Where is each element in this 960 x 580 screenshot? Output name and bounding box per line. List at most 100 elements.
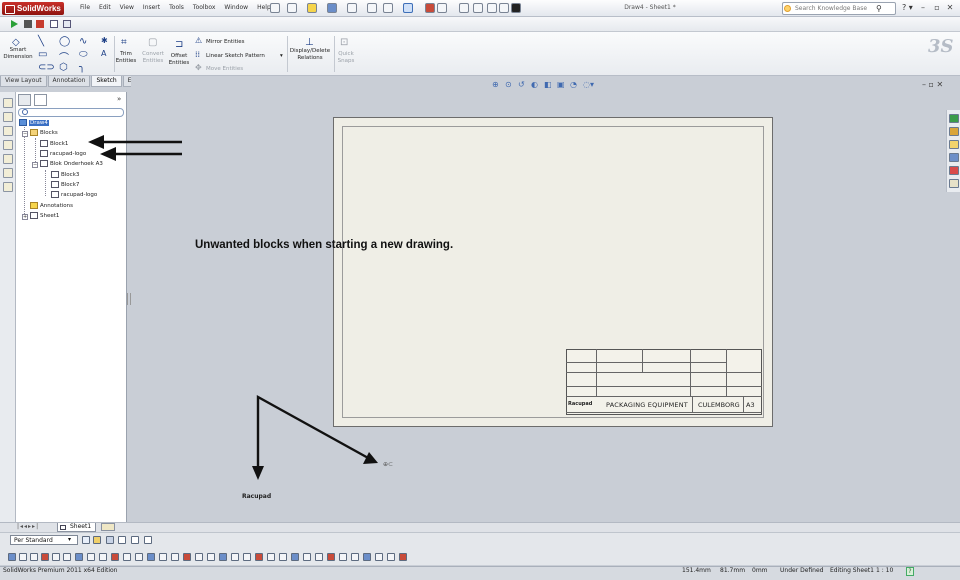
- menu-help[interactable]: Help: [257, 4, 271, 11]
- view-orientation-icon[interactable]: ◧: [544, 80, 553, 89]
- expand-icon[interactable]: +: [22, 214, 28, 220]
- menu-tools[interactable]: Tools: [169, 4, 184, 11]
- color-display-icon[interactable]: [144, 536, 152, 544]
- view-settings-icon[interactable]: ◌▾: [583, 80, 594, 89]
- merge-icon[interactable]: [183, 553, 191, 561]
- collapse-icon[interactable]: −: [32, 162, 38, 168]
- midpoint-icon[interactable]: [52, 553, 60, 561]
- convert-entities-icon[interactable]: ▢: [148, 37, 157, 48]
- perpendicular-icon[interactable]: [99, 553, 107, 561]
- concentric-icon[interactable]: [135, 553, 143, 561]
- file-explorer-icon[interactable]: [949, 140, 959, 149]
- tree-blocks-folder[interactable]: Blocks: [30, 129, 58, 138]
- resources-icon[interactable]: [949, 114, 959, 123]
- dimension-icon[interactable]: [195, 553, 203, 561]
- pierce-icon[interactable]: [171, 553, 179, 561]
- split-icon[interactable]: [255, 553, 263, 561]
- point-icon[interactable]: [339, 553, 347, 561]
- feature-tree-tab[interactable]: [18, 94, 31, 106]
- menu-file[interactable]: File: [80, 4, 90, 11]
- status-scale[interactable]: 1 : 10: [876, 567, 893, 574]
- undo-icon[interactable]: [367, 3, 377, 13]
- tools-icon[interactable]: [3, 168, 13, 178]
- hide-edge-icon[interactable]: [131, 536, 139, 544]
- parallel-icon[interactable]: [111, 553, 119, 561]
- fillet-icon[interactable]: ╮: [79, 62, 85, 73]
- display-delete-relations-label[interactable]: Display/Delete Relations: [288, 48, 332, 62]
- line-thickness-icon[interactable]: [106, 536, 114, 544]
- collinear-icon[interactable]: [87, 553, 95, 561]
- offset-entities-label[interactable]: Offset Entities: [166, 53, 192, 67]
- offset-icon[interactable]: [279, 553, 287, 561]
- pin-icon[interactable]: [270, 3, 280, 13]
- redo-icon[interactable]: [383, 3, 393, 13]
- open-icon[interactable]: [307, 3, 317, 13]
- feature-manager-icon[interactable]: [3, 98, 13, 108]
- record-icon[interactable]: [36, 20, 44, 28]
- chevron-down-icon[interactable]: ▾: [68, 536, 71, 543]
- section-view-icon[interactable]: ◐: [531, 80, 540, 89]
- tree-item-racupad-logo-nested[interactable]: racupad-logo: [51, 191, 97, 200]
- quick-snaps-label[interactable]: Quick Snaps: [334, 51, 358, 65]
- layer-properties-icon[interactable]: [82, 536, 90, 544]
- spline-icon[interactable]: ∿: [79, 36, 87, 47]
- options-icon[interactable]: [459, 3, 469, 13]
- relations-icon[interactable]: ⊥: [305, 37, 314, 48]
- horizontal-icon[interactable]: [63, 553, 71, 561]
- add-sheet-button[interactable]: [101, 523, 115, 531]
- relation-icon[interactable]: [19, 553, 27, 561]
- view-palette-icon[interactable]: [949, 153, 959, 162]
- close-button[interactable]: ✕: [945, 3, 955, 12]
- trim-icon[interactable]: [231, 553, 239, 561]
- block-icon[interactable]: [303, 553, 311, 561]
- equal-icon[interactable]: [147, 553, 155, 561]
- mirror-icon[interactable]: [267, 553, 275, 561]
- tree-filter-input[interactable]: [18, 108, 124, 117]
- tree-item-racupad-logo[interactable]: racupad-logo: [40, 150, 86, 159]
- ellipse-icon[interactable]: ⬭: [79, 49, 88, 60]
- section-icon[interactable]: [399, 553, 407, 561]
- fillet-icon[interactable]: [219, 553, 227, 561]
- property-manager-icon[interactable]: [3, 112, 13, 122]
- offset-entities-icon[interactable]: ⊐: [175, 39, 183, 50]
- trim-entities-label[interactable]: Trim Entities: [113, 51, 139, 65]
- sketch-text-icon[interactable]: [327, 553, 335, 561]
- viewport-buttons[interactable]: – ▫ ✕: [922, 80, 943, 89]
- restore-button[interactable]: ▫: [932, 3, 942, 12]
- print-icon[interactable]: [347, 3, 357, 13]
- solidworks-logo[interactable]: SolidWorks: [2, 2, 64, 15]
- tree-item-blok-onderhoek[interactable]: Blok Onderhoek A3: [40, 160, 103, 169]
- menu-insert[interactable]: Insert: [143, 4, 160, 11]
- tree-item-block3[interactable]: Block3: [51, 171, 79, 180]
- chamfer-icon[interactable]: [207, 553, 215, 561]
- color-icon[interactable]: [487, 3, 497, 13]
- quick-tips-icon[interactable]: ?: [906, 567, 914, 576]
- view-icon[interactable]: [387, 553, 395, 561]
- search-go-icon[interactable]: ⚲: [876, 4, 882, 13]
- construction-icon[interactable]: [351, 553, 359, 561]
- tree-item-annotations[interactable]: Annotations: [30, 202, 73, 211]
- select-icon[interactable]: [403, 3, 413, 13]
- view-palette-icon[interactable]: [473, 3, 483, 13]
- menu-window[interactable]: Window: [224, 4, 248, 11]
- circle-icon[interactable]: ◯: [59, 36, 70, 47]
- line-style-icon[interactable]: [118, 536, 126, 544]
- move-entities-label[interactable]: Move Entities: [206, 66, 243, 73]
- tangent-icon[interactable]: [123, 553, 131, 561]
- fix-icon[interactable]: [30, 553, 38, 561]
- photo-icon[interactable]: [499, 3, 509, 13]
- menu-view[interactable]: View: [120, 4, 134, 11]
- help-icon[interactable]: ? ▾: [902, 3, 913, 12]
- macro-edit-icon[interactable]: [50, 20, 58, 28]
- pattern-dropdown-icon[interactable]: ▾: [280, 53, 283, 60]
- trim-entities-icon[interactable]: ⌗: [121, 37, 127, 48]
- rebuild-icon[interactable]: [425, 3, 435, 13]
- mirror-entities-icon[interactable]: ⚠: [195, 36, 202, 45]
- tree-item-block1[interactable]: Block1: [40, 140, 68, 149]
- configuration-icon[interactable]: [3, 126, 13, 136]
- property-tab[interactable]: [34, 94, 47, 106]
- play-icon[interactable]: [11, 20, 18, 28]
- tab-annotation[interactable]: Annotation: [47, 76, 91, 87]
- appearances-icon[interactable]: [949, 166, 959, 175]
- extend-icon[interactable]: [243, 553, 251, 561]
